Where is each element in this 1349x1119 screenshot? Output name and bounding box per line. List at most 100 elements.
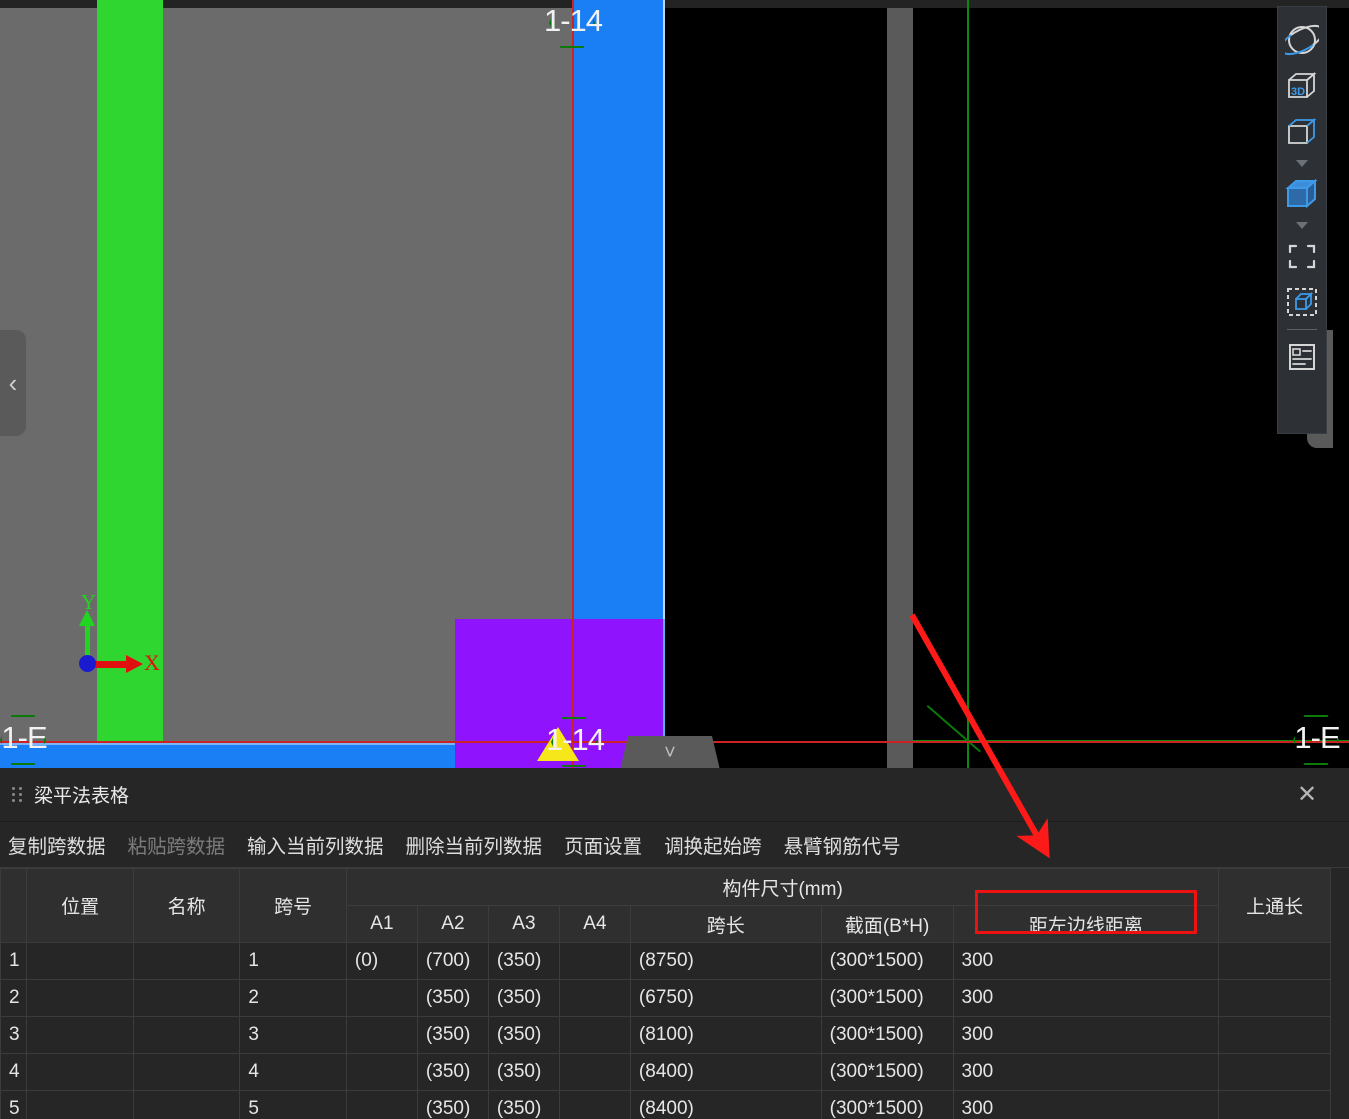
solid-cube-icon[interactable] [1280,171,1324,217]
cell-a1[interactable] [345,979,418,1017]
cell-a4[interactable] [558,979,631,1017]
cell-name[interactable] [132,1016,241,1054]
col-header-a1[interactable]: A1 [345,905,418,943]
grid-bubble-top[interactable]: 1-14 [544,0,603,50]
cell-a3[interactable]: (350) [487,1053,560,1091]
cell-span-no[interactable]: 3 [239,1016,347,1054]
column-element-gray[interactable] [887,8,913,768]
table-row[interactable]: 3 3 (350) (350) (8100) (300*1500) 300 [0,1016,1331,1054]
cell-name[interactable] [132,1053,241,1091]
row-number[interactable]: 1 [0,942,28,980]
cell-span-length[interactable]: (8400) [629,1090,822,1119]
cell-span-no[interactable]: 5 [239,1090,347,1119]
cell-name[interactable] [132,979,241,1017]
bottom-panel-collapse-tab[interactable]: ˅ [620,736,720,768]
table-row[interactable]: 1 1 (0) (700) (350) (8750) (300*1500) 300 [0,942,1331,980]
cell-a3[interactable]: (350) [487,1016,560,1054]
cell-a2[interactable]: (350) [416,979,489,1017]
cell-name[interactable] [132,1090,241,1119]
cell-span-no[interactable]: 2 [239,979,347,1017]
col-header-left-edge-dist[interactable]: 距左边线距离 [952,905,1220,943]
cell-section[interactable]: (300*1500) [820,1090,954,1119]
cell-a1[interactable] [345,1016,418,1054]
cell-span-length[interactable]: (8400) [629,1053,822,1091]
col-header-position[interactable]: 位置 [26,868,134,943]
row-number[interactable]: 3 [0,1016,28,1054]
beam-data-table-wrapper[interactable]: 位置 名称 跨号 构件尺寸(mm) 上通长 A1 A2 A3 A4 跨长 截面(… [0,868,1349,1119]
cell-a1[interactable] [345,1053,418,1091]
cell-a2[interactable]: (350) [416,1053,489,1091]
col-header-a4[interactable]: A4 [558,905,631,943]
cell-a2[interactable]: (350) [416,1090,489,1119]
close-icon[interactable]: ✕ [1293,782,1321,807]
input-current-column-button[interactable]: 输入当前列数据 [245,827,386,862]
cell-a4[interactable] [558,1053,631,1091]
page-setup-button[interactable]: 页面设置 [562,827,644,862]
cell-section[interactable]: (300*1500) [820,1016,954,1054]
cell-span-length[interactable]: (6750) [629,979,822,1017]
cell-position[interactable] [26,1016,134,1054]
hidden-cube-icon[interactable] [1280,279,1324,325]
cell-a1[interactable]: (0) [345,942,418,980]
cell-position[interactable] [26,979,134,1017]
3d-view-icon[interactable]: 3D [1280,63,1324,109]
cell-section[interactable]: (300*1500) [820,979,954,1017]
orbit-icon[interactable] [1280,17,1324,63]
table-corner-cell[interactable] [0,868,28,943]
cell-a4[interactable] [558,1016,631,1054]
select-frame-icon[interactable] [1280,233,1324,279]
cell-a2[interactable]: (350) [416,1016,489,1054]
cantilever-rebar-code-button[interactable]: 悬臂钢筋代号 [782,827,903,862]
col-header-name[interactable]: 名称 [132,868,241,943]
row-number[interactable]: 2 [0,979,28,1017]
cell-a3[interactable]: (350) [487,942,560,980]
col-header-span-no[interactable]: 跨号 [239,868,347,943]
left-panel-expand-tab[interactable]: ‹ [0,330,26,436]
table-row[interactable]: 5 5 (350) (350) (8400) (300*1500) 300 [0,1090,1331,1119]
cell-left-edge-distance[interactable]: 300 [952,1016,1220,1054]
beam-data-table[interactable]: 位置 名称 跨号 构件尺寸(mm) 上通长 A1 A2 A3 A4 跨长 截面(… [0,868,1331,1119]
cell-a2[interactable]: (700) [416,942,489,980]
table-row[interactable]: 4 4 (350) (350) (8400) (300*1500) 300 [0,1053,1331,1091]
cell-position[interactable] [26,1053,134,1091]
col-header-top-through[interactable]: 上通长 [1218,868,1331,943]
drag-handle-icon[interactable] [0,787,34,802]
cell-a3[interactable]: (350) [487,979,560,1017]
cell-name[interactable] [132,942,241,980]
grid-bubble-bottom[interactable]: 1-14 [546,715,605,768]
cell-a3[interactable]: (350) [487,1090,560,1119]
row-number[interactable]: 4 [0,1053,28,1091]
copy-span-data-button[interactable]: 复制跨数据 [6,827,108,862]
chevron-down-icon-2[interactable] [1280,217,1324,233]
grid-bubble-right[interactable]: 1-E [1289,713,1343,767]
grid-bubble-left[interactable]: 1-E [0,713,50,767]
cell-position[interactable] [26,1090,134,1119]
wireframe-cube-icon[interactable] [1280,109,1324,155]
cell-span-no[interactable]: 4 [239,1053,347,1091]
table-row[interactable]: 2 2 (350) (350) (6750) (300*1500) 300 [0,979,1331,1017]
delete-current-column-button[interactable]: 删除当前列数据 [404,827,545,862]
cell-left-edge-distance[interactable]: 300 [952,942,1220,980]
cell-section[interactable]: (300*1500) [820,1053,954,1091]
cell-span-no[interactable]: 1 [239,942,347,980]
row-number[interactable]: 5 [0,1090,28,1119]
cell-top-through[interactable] [1218,1053,1331,1091]
cell-span-length[interactable]: (8100) [629,1016,822,1054]
list-panel-icon[interactable] [1280,334,1324,380]
cell-left-edge-distance[interactable]: 300 [952,979,1220,1017]
col-header-span-length[interactable]: 跨长 [629,905,822,943]
cell-left-edge-distance[interactable]: 300 [952,1090,1220,1119]
cell-top-through[interactable] [1218,979,1331,1017]
col-header-a3[interactable]: A3 [487,905,560,943]
cell-left-edge-distance[interactable]: 300 [952,1053,1220,1091]
cell-a4[interactable] [558,942,631,980]
cad-3d-viewport[interactable]: 1-14 1-14 1-E 1-E Y X ‹ › ˅ [0,0,1349,768]
cell-top-through[interactable] [1218,1090,1331,1119]
cell-a1[interactable] [345,1090,418,1119]
swap-start-span-button[interactable]: 调换起始跨 [662,827,764,862]
col-header-section[interactable]: 截面(B*H) [820,905,954,943]
table-body[interactable]: 1 1 (0) (700) (350) (8750) (300*1500) 300 2 2 (350… [0,942,1331,1119]
cell-a4[interactable] [558,1090,631,1119]
panel-title-bar[interactable]: 梁平法表格 ✕ [0,768,1349,822]
cell-top-through[interactable] [1218,942,1331,980]
